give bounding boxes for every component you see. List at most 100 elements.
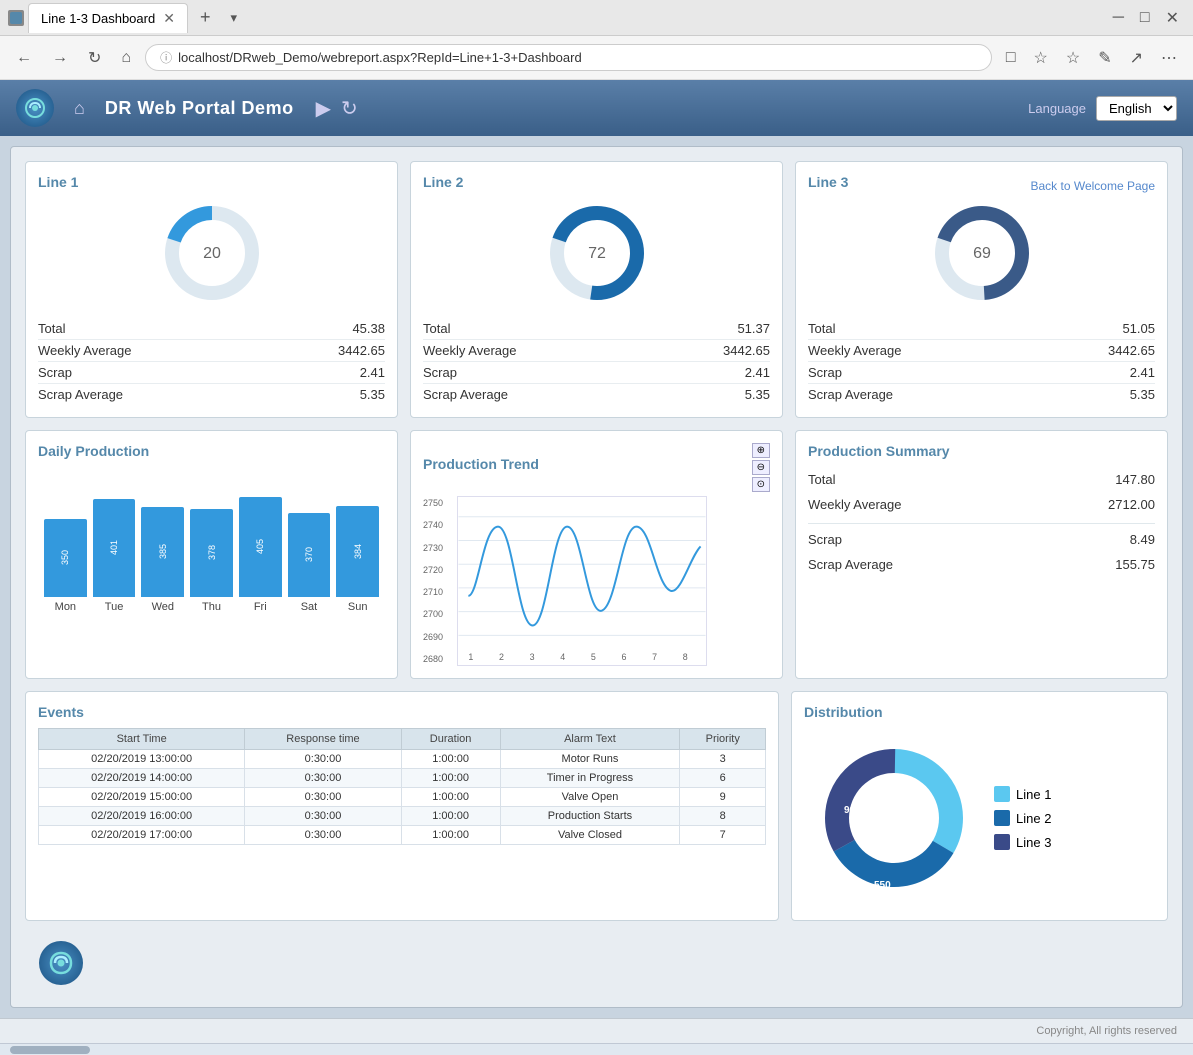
event-2-priority: 6 — [680, 769, 766, 788]
legend-line1-label: Line 1 — [1016, 787, 1051, 802]
line2-card: Line 2 72 Total 51.37 Weekly Average — [410, 161, 783, 418]
legend-line2-label: Line 2 — [1016, 811, 1051, 826]
maximize-button[interactable]: □ — [1134, 4, 1156, 32]
line2-title: Line 2 — [423, 174, 770, 190]
address-bar[interactable]: ⓘ localhost/DRweb_Demo/webreport.aspx?Re… — [145, 44, 992, 71]
line1-scrapavg-label: Scrap Average — [38, 387, 123, 402]
tab-list-button[interactable]: ▾ — [223, 10, 246, 26]
line2-scrapavg-row: Scrap Average 5.35 — [423, 384, 770, 405]
refresh-button[interactable]: ↻ — [341, 96, 358, 121]
y-2680: 2680 — [423, 654, 457, 664]
page-icon — [8, 10, 24, 26]
production-summary-card: Production Summary Total 147.80 Weekly A… — [795, 430, 1168, 679]
middle-row: Daily Production 350 401 — [25, 430, 1168, 679]
trend-chart-area: 2750 2740 2730 2720 2710 2700 2690 2680 — [423, 496, 770, 666]
daily-production-title: Daily Production — [38, 443, 385, 459]
event-1-alarm: Motor Runs — [500, 750, 680, 769]
x-2: 2 — [499, 652, 504, 662]
back-to-welcome-link[interactable]: Back to Welcome Page — [1030, 179, 1155, 193]
line2-scrapavg-label: Scrap Average — [423, 387, 508, 402]
day-tue: Tue — [93, 601, 136, 613]
back-button[interactable]: ← — [10, 45, 38, 71]
line1-scrap-row: Scrap 2.41 — [38, 362, 385, 384]
language-select[interactable]: English — [1096, 96, 1177, 121]
browser-titlebar: Line 1-3 Dashboard ✕ + ▾ ─ □ ✕ — [0, 0, 1193, 36]
event-5-priority: 7 — [680, 826, 766, 845]
distribution-title: Distribution — [804, 704, 1155, 720]
notes-button[interactable]: ✎ — [1092, 44, 1117, 72]
reader-button[interactable]: □ — [1000, 44, 1022, 72]
x-8: 8 — [683, 652, 688, 662]
hub-button[interactable]: ☆ — [1060, 44, 1086, 72]
line2-weekly-row: Weekly Average 3442.65 — [423, 340, 770, 362]
line1-total-row: Total 45.38 — [38, 318, 385, 340]
zoom-out-button[interactable]: ⊖ — [752, 460, 770, 475]
x-6: 6 — [622, 652, 627, 662]
x-7: 7 — [652, 652, 657, 662]
new-tab-button[interactable]: + — [192, 7, 219, 28]
line1-total-value: 45.38 — [352, 321, 385, 336]
event-4-response: 0:30:00 — [245, 807, 401, 826]
summary-total-label: Total — [808, 472, 835, 487]
scrollbar-thumb[interactable] — [10, 1046, 90, 1054]
bar-mon-label: 350 — [60, 550, 70, 565]
zoom-in-button[interactable]: ⊕ — [752, 443, 770, 458]
line2-scrap-value: 2.41 — [745, 365, 770, 380]
legend-line3: Line 3 — [994, 834, 1051, 850]
browser-tab[interactable]: Line 1-3 Dashboard ✕ — [28, 3, 188, 33]
summary-scrapavg-value: 155.75 — [1115, 557, 1155, 572]
event-row-5: 02/20/2019 17:00:00 0:30:00 1:00:00 Valv… — [39, 826, 766, 845]
line1-total-label: Total — [38, 321, 65, 336]
y-2700: 2700 — [423, 609, 457, 619]
main-content: Line 1 20 Total 45.38 Weekly Average — [0, 136, 1193, 1018]
share-button[interactable]: ↗ — [1124, 44, 1149, 72]
production-summary-title: Production Summary — [808, 443, 1155, 459]
line3-scrap-label: Scrap — [808, 365, 842, 380]
line2-total-value: 51.37 — [737, 321, 770, 336]
events-table-header: Start Time Response time Duration Alarm … — [39, 729, 766, 750]
line2-scrap-row: Scrap 2.41 — [423, 362, 770, 384]
event-1-start: 02/20/2019 13:00:00 — [39, 750, 245, 769]
bottom-row: Events Start Time Response time Duration… — [25, 691, 1168, 921]
settings-button[interactable]: ⋯ — [1155, 44, 1183, 72]
summary-weekly-value: 2712.00 — [1108, 497, 1155, 512]
line1-donut: 20 — [157, 198, 267, 308]
line3-total-label: Total — [808, 321, 835, 336]
summary-weekly-label: Weekly Average — [808, 497, 901, 512]
day-sun: Sun — [336, 601, 379, 613]
bottom-logo — [39, 941, 83, 985]
event-2-duration: 1:00:00 — [401, 769, 500, 788]
bar-chart: 350 401 385 — [38, 467, 385, 613]
line3-total-value: 51.05 — [1122, 321, 1155, 336]
browser-nav: ← → ↻ ⌂ ⓘ localhost/DRweb_Demo/webreport… — [0, 36, 1193, 80]
summary-scrapavg-label: Scrap Average — [808, 557, 893, 572]
dist-label-550: 550 — [874, 880, 891, 891]
bookmark-button[interactable]: ☆ — [1028, 44, 1054, 72]
line3-donut-container: 69 — [808, 198, 1155, 308]
tab-title: Line 1-3 Dashboard — [41, 11, 155, 26]
horizontal-scrollbar[interactable] — [0, 1043, 1193, 1055]
home-button[interactable]: ⌂ — [115, 45, 137, 71]
home-nav-button[interactable]: ⌂ — [68, 94, 91, 123]
line1-card: Line 1 20 Total 45.38 Weekly Average — [25, 161, 398, 418]
bar-sat-label: 370 — [304, 547, 314, 562]
tab-close-button[interactable]: ✕ — [163, 10, 175, 27]
line3-scrapavg-label: Scrap Average — [808, 387, 893, 402]
play-button[interactable]: ▶ — [316, 96, 331, 121]
y-2690: 2690 — [423, 632, 457, 642]
event-5-start: 02/20/2019 17:00:00 — [39, 826, 245, 845]
forward-button[interactable]: → — [46, 45, 74, 71]
minimize-button[interactable]: ─ — [1107, 4, 1130, 32]
close-window-button[interactable]: ✕ — [1160, 4, 1185, 32]
event-4-alarm: Production Starts — [500, 807, 680, 826]
event-4-start: 02/20/2019 16:00:00 — [39, 807, 245, 826]
col-alarm-text: Alarm Text — [500, 729, 680, 750]
legend-line3-color — [994, 834, 1010, 850]
security-icon: ⓘ — [160, 49, 172, 66]
zoom-reset-button[interactable]: ⊙ — [752, 477, 770, 492]
production-trend-card: Production Trend ⊕ ⊖ ⊙ 2750 2740 2730 27… — [410, 430, 783, 679]
bar-fri-label: 405 — [255, 539, 265, 554]
bar-sat: 370 — [288, 513, 331, 597]
reload-button[interactable]: ↻ — [82, 44, 107, 72]
col-response-time: Response time — [245, 729, 401, 750]
